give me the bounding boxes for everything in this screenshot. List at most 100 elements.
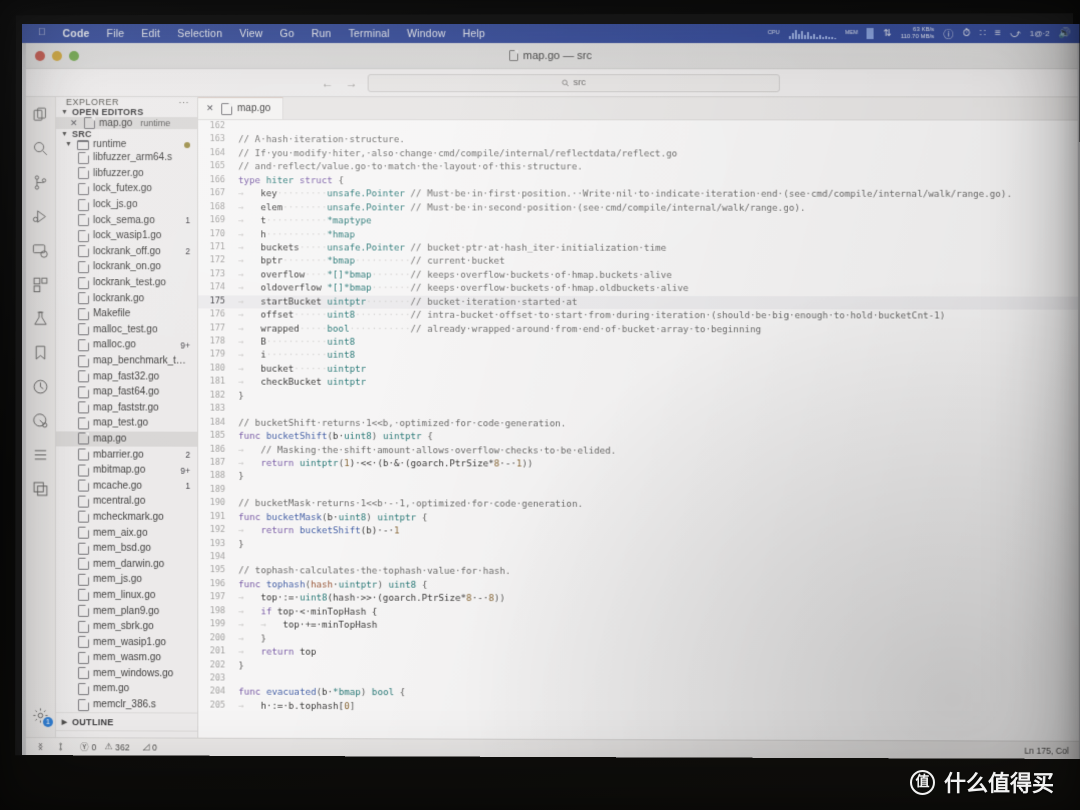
menu-item-selection[interactable]: Selection (177, 28, 222, 40)
apple-logo-icon[interactable]:  (38, 27, 46, 38)
run-and-debug-icon[interactable] (31, 207, 50, 226)
close-window-button[interactable] (34, 50, 46, 61)
code-line[interactable]: 173 → overflow····*[]*bmap·······// keeps… (198, 268, 1078, 283)
section-outline[interactable]: ▶ OUTLINE (56, 712, 198, 731)
cpu-graph-icon[interactable] (788, 28, 836, 40)
input-source-icon[interactable]: ⤻ (1010, 28, 1021, 39)
code-editor[interactable]: 162 163 // A·hash·iteration·structure. 164 /… (198, 120, 1079, 741)
manage-settings-gear-icon[interactable]: 1 (31, 706, 53, 728)
navigate-back-button[interactable]: ← (321, 76, 333, 90)
folder-runtime[interactable]: ▼ runtime (56, 139, 197, 150)
code-line[interactable]: 175 → startBucket uintptr········// bucke… (198, 295, 1079, 310)
menu-item-help[interactable]: Help (463, 28, 486, 40)
file-tree-item[interactable]: malloc.go 9+ (56, 337, 197, 353)
menu-item-window[interactable]: Window (407, 28, 446, 40)
code-line[interactable]: 167 → key·········unsafe.Pointer // Must·… (198, 187, 1078, 201)
file-tree-item[interactable]: mem_wasm.go (56, 650, 197, 666)
code-line[interactable]: 177 → wrapped·····bool···········// alrea… (198, 322, 1078, 337)
power-icon[interactable]: ⓘ (943, 26, 953, 41)
code-line[interactable]: 165 // and·reflect/value.go·to·match·the·… (198, 160, 1078, 174)
sidebar-more-actions-icon[interactable]: ··· (179, 97, 190, 107)
close-icon[interactable]: ✕ (70, 118, 80, 129)
file-tree-item[interactable]: lockrank.go (56, 291, 197, 307)
code-line[interactable]: 169 → t···········*maptype (198, 214, 1078, 228)
grid-menu-icon[interactable]: ∷ (979, 28, 985, 39)
file-tree-item[interactable]: mbarrier.go 2 (56, 447, 197, 463)
file-tree-item[interactable]: map_fast64.go (56, 384, 197, 400)
remote-explorer-icon[interactable] (31, 241, 50, 260)
memory-gauge-icon[interactable] (866, 28, 875, 40)
volume-icon[interactable]: 🔊 (1059, 28, 1072, 39)
menu-item-code[interactable]: Code (63, 28, 90, 40)
file-tree-item[interactable]: memclr_386.s (56, 697, 197, 713)
file-tree-item[interactable]: mem_darwin.go (56, 556, 197, 572)
file-tree-item[interactable]: libfuzzer.go (56, 166, 197, 182)
menu-item-edit[interactable]: Edit (141, 28, 160, 40)
code-line[interactable]: 205 → h·:=·b.tophash[0] (198, 699, 1079, 716)
file-tree-item[interactable]: map_faststr.go (56, 400, 197, 416)
cursor-position-status[interactable]: Ln 175, Col (1024, 745, 1069, 755)
open-editor-item[interactable]: ✕ map.go runtime (56, 117, 198, 130)
file-tree-item[interactable]: lockrank_off.go 2 (56, 244, 197, 260)
menu-item-run[interactable]: Run (311, 28, 331, 40)
menu-item-file[interactable]: File (107, 28, 125, 40)
code-lines[interactable]: 162 163 // A·hash·iteration·structure. 164 /… (198, 120, 1079, 741)
file-tree-item[interactable]: map_fast32.go (56, 369, 197, 385)
section-src[interactable]: ▼ SRC (56, 129, 197, 139)
file-tree-item[interactable]: lock_wasip1.go (56, 228, 197, 244)
code-line[interactable]: 168 → elem········unsafe.Pointer // Must·… (198, 201, 1078, 215)
maximize-window-button[interactable] (69, 50, 80, 61)
file-tree-item[interactable]: mcheckmark.go (56, 509, 197, 525)
source-control-status[interactable] (58, 742, 67, 751)
ports-status[interactable]: ◿ 0 (143, 741, 157, 752)
file-tree-item[interactable]: map.go (56, 431, 198, 448)
code-line[interactable]: 172 → bptr········*bmap··········// curre… (198, 255, 1078, 270)
code-line[interactable]: 176 → offset······uint8··········// intra… (198, 309, 1078, 324)
menu-item-view[interactable]: View (239, 28, 262, 40)
file-tree-item[interactable]: Makefile (56, 306, 197, 322)
file-tree-item[interactable]: mem.go (56, 681, 197, 697)
file-tree-item[interactable]: map_benchmark_test... (56, 353, 197, 369)
file-tree-item[interactable]: mcache.go 1 (56, 478, 197, 494)
menu-item-terminal[interactable]: Terminal (348, 28, 389, 40)
file-tree-item[interactable]: libfuzzer_arm64.s (56, 150, 197, 166)
bookmarks-icon[interactable] (31, 343, 50, 362)
input-source-label[interactable]: 1@·2 (1030, 29, 1050, 38)
code-line[interactable]: 178 → B···········uint8 (198, 335, 1078, 350)
file-tree-item[interactable]: mem_windows.go (56, 666, 197, 682)
file-tree-item[interactable]: mem_bsd.go (56, 540, 197, 556)
file-tree-item[interactable]: lock_sema.go 1 (56, 212, 197, 228)
file-tree-item[interactable]: lockrank_test.go (56, 275, 197, 291)
code-line[interactable]: 162 (198, 120, 1078, 134)
code-line[interactable]: 174 → oldoverflow *[]*bmap·······// keeps… (198, 282, 1078, 297)
code-line[interactable]: 170 → h···········*hmap (198, 228, 1078, 242)
command-center-search[interactable]: src (367, 73, 780, 92)
search-icon[interactable] (31, 139, 50, 158)
file-tree-item[interactable]: mem_linux.go (56, 587, 197, 603)
file-tree-item[interactable]: mcentral.go (56, 494, 197, 510)
file-tree-item[interactable]: mbitmap.go 9+ (56, 462, 197, 478)
menu-item-go[interactable]: Go (280, 28, 294, 40)
file-tree-item[interactable]: map_test.go (56, 415, 197, 431)
file-tree-item[interactable]: lockrank_on.go (56, 259, 197, 275)
file-tree-item[interactable]: malloc_test.go (56, 322, 197, 338)
file-tree-item[interactable]: mem_js.go (56, 572, 197, 588)
code-line[interactable]: 163 // A·hash·iteration·structure. (198, 134, 1078, 148)
file-tree-item[interactable]: lock_futex.go (56, 181, 197, 197)
code-line[interactable]: 171 → buckets·····unsafe.Pointer // bucke… (198, 241, 1078, 255)
timer-icon[interactable]: ⏱ (962, 28, 970, 39)
navigate-forward-button[interactable]: → (346, 76, 358, 90)
file-tree-item[interactable]: mem_wasip1.go (56, 634, 197, 650)
file-tree-item[interactable]: lock_js.go (56, 197, 197, 213)
problems-status[interactable]: Ⓨ 0 ⚠ 362 (80, 741, 130, 753)
file-tree-item[interactable]: mem_sbrk.go (56, 619, 197, 635)
tab-map-go[interactable]: ✕ map.go (198, 97, 284, 120)
testing-flask-icon[interactable] (31, 309, 50, 328)
go-profile-icon[interactable] (31, 377, 50, 396)
sliders-icon[interactable]: ≡ (995, 28, 1001, 39)
panels-icon[interactable] (31, 479, 50, 498)
file-tree-item[interactable]: mem_plan9.go (56, 603, 197, 619)
code-line[interactable]: 164 // If·you·modify·hiter,·also·change·c… (198, 147, 1078, 161)
minimize-window-button[interactable] (52, 50, 63, 61)
section-open-editors[interactable]: ▼ OPEN EDITORS (56, 107, 197, 117)
